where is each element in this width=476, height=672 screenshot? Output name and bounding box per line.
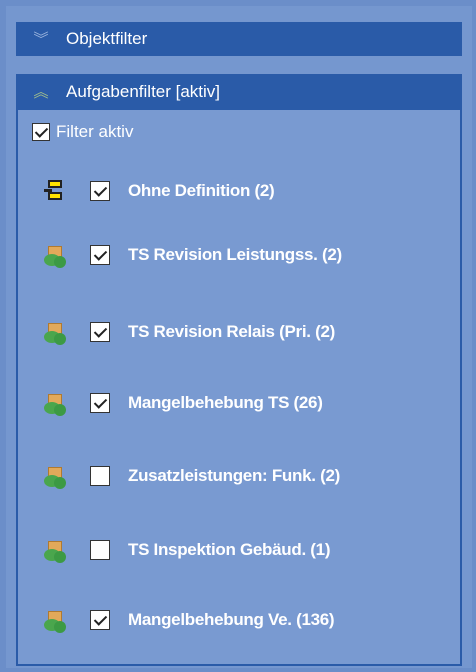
list-item[interactable]: Mangelbehebung Ve. (136) bbox=[42, 607, 408, 633]
objektfilter-title: Objektfilter bbox=[66, 29, 148, 48]
item-checkbox[interactable] bbox=[90, 181, 110, 201]
list-item[interactable]: Zusatzleistungen: Funk. (2) bbox=[42, 463, 408, 489]
filter-active-checkbox[interactable] bbox=[32, 123, 50, 141]
task-icon bbox=[42, 390, 68, 416]
objektfilter-header[interactable]: ︾ Objektfilter bbox=[16, 22, 462, 56]
definition-icon bbox=[42, 178, 68, 204]
list-item[interactable]: TS Revision Leistungss. (2) bbox=[42, 242, 408, 268]
filter-active-label: Filter aktiv bbox=[56, 122, 134, 141]
filter-active-toggle[interactable]: Filter aktiv bbox=[32, 122, 133, 142]
item-label: TS Revision Relais (Pri. (2) bbox=[128, 322, 335, 341]
task-icon bbox=[42, 463, 68, 489]
chevron-double-up-icon: ︽ bbox=[33, 83, 49, 101]
item-label: Mangelbehebung TS (26) bbox=[128, 393, 323, 412]
item-label: Ohne Definition (2) bbox=[128, 181, 275, 200]
item-checkbox[interactable] bbox=[90, 322, 110, 342]
task-icon bbox=[42, 537, 68, 563]
item-checkbox[interactable] bbox=[90, 540, 110, 560]
task-icon bbox=[42, 242, 68, 268]
chevron-double-down-icon: ︾ bbox=[33, 30, 49, 48]
task-icon bbox=[42, 607, 68, 633]
aufgabenfilter-title: Aufgabenfilter [aktiv] bbox=[66, 82, 221, 101]
item-label: TS Revision Leistungss. (2) bbox=[128, 245, 342, 264]
list-item[interactable]: Ohne Definition (2) bbox=[42, 178, 408, 204]
item-label: TS Inspektion Gebäud. (1) bbox=[128, 540, 331, 559]
item-label: Mangelbehebung Ve. (136) bbox=[128, 610, 335, 629]
list-item[interactable]: TS Inspektion Gebäud. (1) bbox=[42, 537, 408, 563]
task-icon bbox=[42, 319, 68, 345]
item-checkbox[interactable] bbox=[90, 466, 110, 486]
list-item[interactable]: TS Revision Relais (Pri. (2) bbox=[42, 319, 408, 345]
item-checkbox[interactable] bbox=[90, 393, 110, 413]
item-checkbox[interactable] bbox=[90, 610, 110, 630]
aufgabenfilter-header[interactable]: ︽ Aufgabenfilter [aktiv] bbox=[16, 74, 462, 110]
filter-panel: ︾ Objektfilter ︽ Aufgabenfilter [aktiv] … bbox=[6, 6, 472, 668]
item-label: Zusatzleistungen: Funk. (2) bbox=[128, 466, 340, 485]
item-checkbox[interactable] bbox=[90, 245, 110, 265]
list-item[interactable]: Mangelbehebung TS (26) bbox=[42, 390, 408, 416]
aufgabenfilter-body: Filter aktiv Ohne Definition (2) TS Revi… bbox=[16, 110, 462, 666]
